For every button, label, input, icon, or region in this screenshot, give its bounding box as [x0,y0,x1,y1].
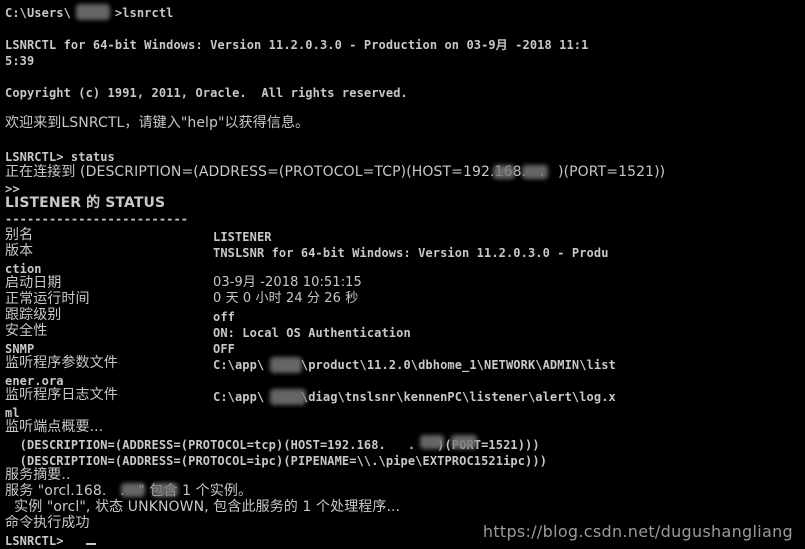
console-line: 实例 "orcl", 状态 UNKNOWN, 包含此服务的 1 个处理程序... [5,499,401,515]
status-key-uptime: 正常运行时间 [5,291,90,307]
status-key-start-date: 启动日期 [5,275,62,291]
status-value-trace-level: off [213,310,235,324]
redaction-blur [493,165,515,179]
status-value-start-date: 03-9月 -2018 10:51:15 [213,275,362,290]
console-line: 服务摘要.. [5,467,71,483]
status-value-snmp: OFF [213,342,235,356]
status-key-trace-level: 跟踪级别 [5,307,62,323]
console-line: LISTENER 的 STATUS [5,195,166,211]
console-line: 命令执行成功 [5,515,90,531]
console-line: (DESCRIPTION=(ADDRESS=(PROTOCOL=ipc)(PIP… [5,454,548,468]
command-prompt-window[interactable]: C:\Users\ >lsnrctl LSNRCTL for 64-bit Wi… [0,0,805,549]
redaction-blur [420,435,444,449]
status-key-param-file: 监听程序参数文件 [5,355,118,371]
status-value-uptime: 0 天 0 小时 24 分 26 秒 [213,291,359,306]
console-line: 正在连接到 (DESCRIPTION=(ADDRESS=(PROTOCOL=TC… [5,164,666,180]
redaction-blur [522,165,548,179]
console-line: 5:39 [5,54,35,68]
text-cursor [86,543,96,545]
console-line: Copyright (c) 1991, 2011, Oracle. All ri… [5,86,408,100]
watermark-text: https://blog.csdn.net/dugushangliang [482,522,793,541]
console-line: LSNRCTL> status [5,150,115,164]
redaction-blur [76,4,110,20]
status-key-alias: 别名 [5,227,34,243]
redaction-blur [270,357,302,373]
status-key-security: 安全性 [5,323,48,339]
status-key-version: 版本 [5,243,34,259]
console-prompt[interactable]: LSNRCTL> [5,533,64,549]
redaction-blur [451,435,477,449]
console-line: LSNRCTL for 64-bit Windows: Version 11.2… [5,38,589,52]
console-line: 欢迎来到LSNRCTL，请键入"help"以获得信息。 [5,115,310,131]
console-separator: ------------------------- [5,212,189,226]
redaction-blur [270,389,306,405]
redaction-blur [152,483,178,497]
status-value-security: ON: Local OS Authentication [213,326,411,340]
console-line: 监听端点概要... [5,419,104,435]
status-value-version: TNSLSNR for 64-bit Windows: Version 11.2… [213,246,609,260]
status-key-log-file: 监听程序日志文件 [5,387,118,403]
status-value-alias: LISTENER [213,230,272,244]
redaction-blur [121,483,145,497]
